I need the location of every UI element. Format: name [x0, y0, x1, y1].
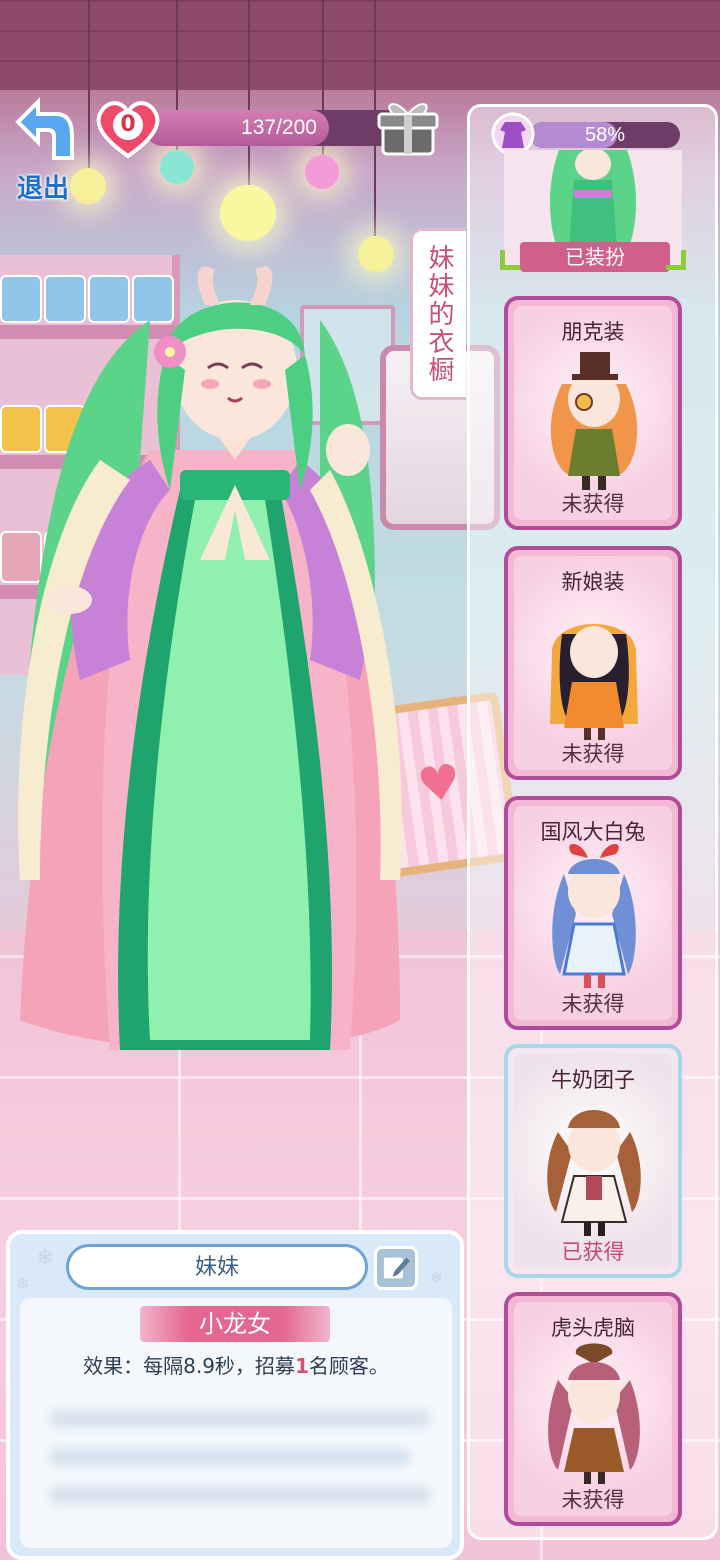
completion-text: 58%	[584, 124, 626, 146]
character-name-field[interactable]: 妹妹	[66, 1244, 368, 1290]
snowflake-icon: ❄	[16, 1274, 30, 1293]
progress-bar: 137/200	[145, 110, 413, 146]
effect-count: 1	[294, 1354, 309, 1378]
outfit-status: 未获得	[561, 742, 625, 766]
effect-prefix: 效果：每隔8.9秒，招募	[83, 1354, 295, 1378]
outfit-card-rabbit[interactable]: 国风大白兔 未获得	[504, 796, 682, 1030]
blurred-text	[50, 1410, 430, 1428]
outfit-status: 已获得	[561, 1240, 625, 1264]
outfit-name: 朋克装	[561, 320, 625, 344]
character-info-box: ❄ ❄ ❄ 妹妹 小龙女 效果：每隔8.9秒，招募1名顾客。	[6, 1230, 464, 1560]
punk-doll-illustration	[550, 352, 638, 490]
outfit-card-bride[interactable]: 新娘装 未获得	[504, 546, 682, 780]
outfit-card-milk-dumpling[interactable]: 牛奶团子 已获得	[504, 1044, 682, 1278]
snowflake-icon: ❄	[430, 1268, 444, 1287]
completion-bar: 58%	[530, 122, 680, 148]
back-arrow-icon	[15, 97, 74, 160]
bride-doll-illustration	[550, 624, 638, 740]
blurred-text	[50, 1448, 410, 1466]
effect-suffix: 名顾客。	[308, 1354, 389, 1378]
outfit-status: 未获得	[561, 492, 625, 516]
outfit-status: 未获得	[561, 992, 625, 1016]
outfit-card-punk[interactable]: 朋克装 未获得	[504, 296, 682, 530]
character-little-dragon-girl[interactable]	[0, 260, 470, 1080]
edit-name-button[interactable]	[374, 1246, 418, 1290]
effect-description: 效果：每隔8.9秒，招募1名顾客。	[20, 1350, 452, 1379]
heart-count: 0	[95, 110, 161, 140]
outfit-name: 虎头虎脑	[551, 1316, 635, 1340]
outfit-info-card: 小龙女 效果：每隔8.9秒，招募1名顾客。	[20, 1298, 452, 1548]
progress-text: 137/200	[241, 116, 317, 139]
corner-bracket-right	[666, 250, 686, 270]
outfit-title: 小龙女	[140, 1306, 330, 1342]
milk-dumpling-doll-illustration	[547, 1110, 641, 1236]
outfit-card-equipped[interactable]: 已装扮	[500, 150, 688, 280]
gift-box-icon[interactable]	[375, 96, 441, 158]
blurred-text	[50, 1486, 430, 1504]
outfit-status: 未获得	[561, 1488, 625, 1512]
pencil-icon	[383, 1257, 410, 1279]
outfit-name: 新娘装	[561, 570, 625, 594]
tiger-head-doll-illustration	[548, 1343, 640, 1484]
heart-progress: 137/200 0	[95, 98, 445, 166]
outfit-name: 牛奶团子	[551, 1068, 635, 1092]
rabbit-doll-illustration	[552, 844, 636, 988]
equipped-label: 已装扮	[520, 242, 670, 272]
outfit-name: 国风大白兔	[540, 820, 646, 844]
tab-wardrobe[interactable]: 妹妹的衣橱	[410, 228, 466, 400]
corner-bracket-left	[500, 250, 520, 270]
snowflake-icon: ❄	[36, 1246, 55, 1271]
outfit-card-tiger-head[interactable]: 虎头虎脑 未获得	[504, 1292, 682, 1526]
wood-ceiling	[0, 0, 720, 90]
back-label[interactable]: 退出	[0, 168, 86, 205]
